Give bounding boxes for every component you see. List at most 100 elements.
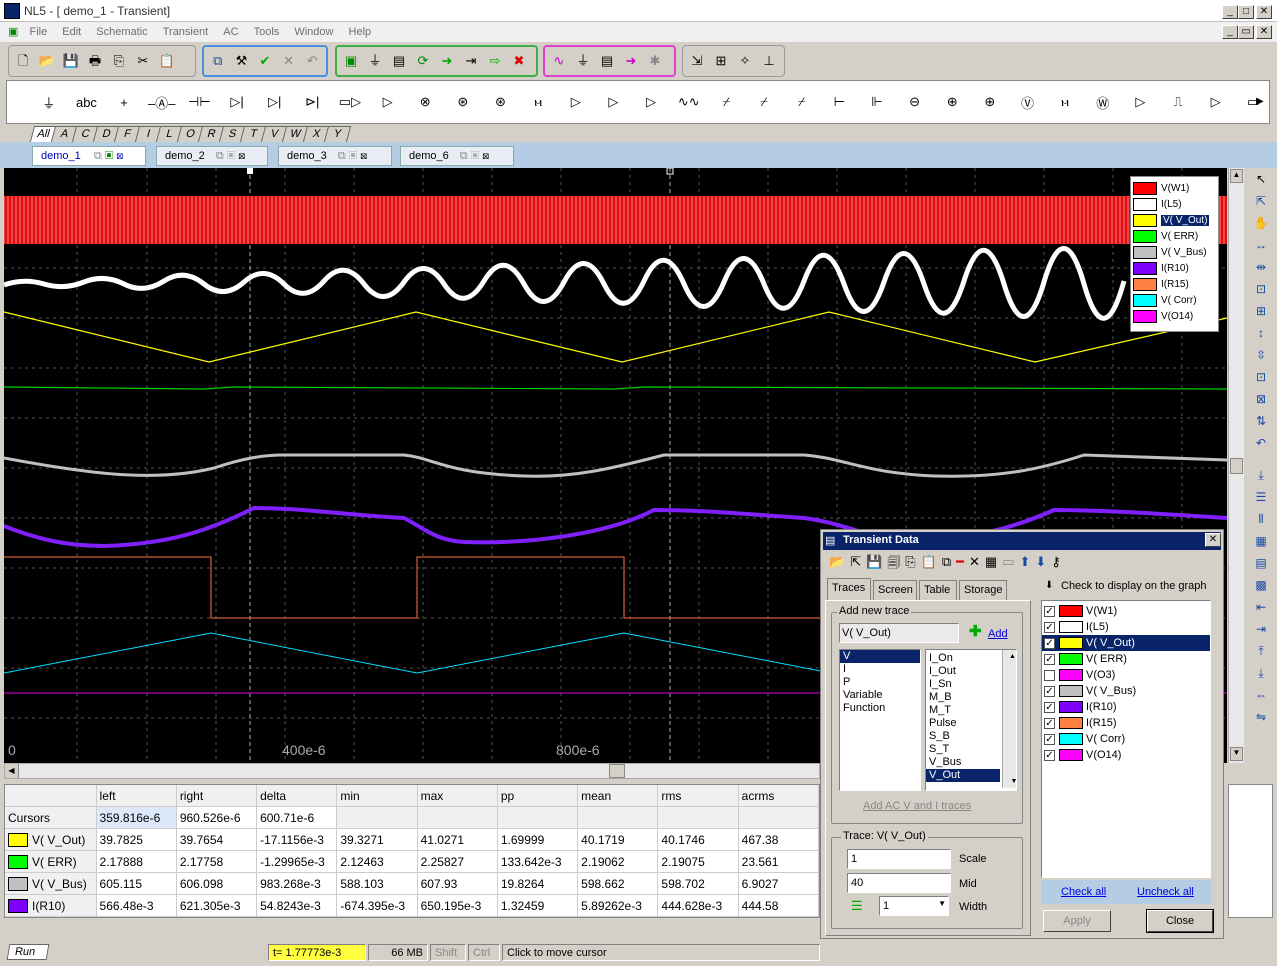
limiter-icon[interactable]: ▷ (1200, 94, 1232, 110)
table-row[interactable]: V( V_Bus) 605.115 606.098 983.268e-3 588… (5, 873, 819, 895)
child-close-button[interactable]: ✕ (1256, 25, 1272, 39)
chevron-down-icon[interactable]: ▼ (938, 899, 946, 908)
label-icon[interactable]: abc (71, 95, 103, 110)
dialog-close-icon[interactable]: ✕ (1205, 533, 1221, 547)
paste-icon[interactable]: 📋 (158, 52, 176, 70)
ac-stop-icon[interactable]: ✱ (646, 52, 664, 70)
scroll-up-icon[interactable]: ▲ (1230, 169, 1243, 183)
doc-tab-demo-2[interactable]: demo_2 ⧉ ▣ ⊠ (156, 146, 268, 166)
name-list-scrollbar[interactable]: ▲ ▼ (1002, 650, 1019, 788)
wand-icon[interactable]: ✧ (736, 52, 754, 70)
pulse-icon[interactable]: ⎍ (1162, 94, 1194, 110)
step-icon[interactable]: ⇨ (486, 52, 504, 70)
close-button[interactable]: Close (1146, 909, 1214, 933)
fit-x-icon[interactable]: ⊡ (1251, 278, 1271, 300)
checkbox[interactable]: ✓ (1044, 637, 1055, 649)
legend-icon[interactable]: ▤ (1251, 552, 1271, 574)
zoom-x-in-icon[interactable]: ↔ (1251, 234, 1271, 256)
checkbox[interactable]: ✓ (1044, 733, 1055, 745)
doc-tab-demo-6[interactable]: demo_6 ⧉ ▣ ⊠ (400, 146, 514, 166)
cursor-left-icon[interactable]: ⇤ (1251, 596, 1271, 618)
legend-item[interactable]: V( V_Out) (1133, 212, 1216, 228)
close-tab-icon[interactable]: ⊠ (116, 150, 123, 162)
cell[interactable]: 600.71e-6 (257, 807, 338, 829)
add-ac-traces-link[interactable]: Add AC V and I traces (863, 800, 971, 812)
list-item[interactable]: Variable (840, 689, 920, 702)
hscroll-thumb[interactable] (609, 764, 625, 778)
header-cell[interactable]: rms (658, 785, 739, 807)
switch2-icon[interactable]: ⌿ (748, 94, 780, 110)
checkbox[interactable]: ✓ (1044, 653, 1055, 665)
uncheck-all-link[interactable]: Uncheck all (1137, 886, 1194, 898)
zoom-x-out-icon[interactable]: ⇹ (1251, 256, 1271, 278)
tree-icon[interactable]: ⚷ (1051, 554, 1061, 576)
isource-icon[interactable]: ⊕ (974, 94, 1006, 110)
tab-storage[interactable]: Storage (959, 580, 1007, 600)
checkbox[interactable]: ✓ (1044, 701, 1055, 713)
menu-file[interactable]: File (23, 23, 53, 41)
checkbox[interactable] (1044, 669, 1055, 681)
undo-icon[interactable]: ↶ (303, 52, 321, 70)
voltmeter-icon[interactable]: ⊖ (899, 94, 931, 110)
width-select[interactable]: 1 ▼ (879, 896, 949, 916)
trace-check-item[interactable]: ✓ V( V_Bus) (1042, 683, 1210, 699)
legend-item[interactable]: V(O14) (1133, 308, 1216, 324)
move-down-icon[interactable]: ⬇ (1035, 554, 1046, 576)
scroll-thumb[interactable] (1230, 458, 1243, 474)
copy-icon[interactable]: ⎘ (110, 52, 128, 70)
apply-button[interactable]: Apply (1043, 910, 1111, 932)
zener-icon[interactable]: ▷| (259, 94, 291, 110)
doc-tab-demo-1[interactable]: demo_1 ⧉ ▣ ⊠ (32, 146, 146, 166)
probe-icon[interactable]: ⏚ (366, 52, 384, 70)
table-row[interactable]: I(R10) 566.48e-3 621.305e-3 54.8243e-3 -… (5, 895, 819, 917)
checkbox[interactable]: ✓ (1044, 685, 1055, 697)
save-icon[interactable]: 💾 (866, 554, 882, 576)
open-icon[interactable]: 📂 (38, 52, 56, 70)
trace-check-list[interactable]: ✓ V(W1) ✓ I(L5) ✓ V( V_Out) ✓ V( ERR) V(O3) … (1041, 600, 1211, 878)
header-cell[interactable]: left (96, 785, 177, 807)
menu-window[interactable]: Window (288, 23, 339, 41)
fit-y-icon[interactable]: ⊡ (1251, 366, 1271, 388)
node-icon[interactable]: + (108, 95, 140, 110)
app-menu-icon[interactable]: ▣ (0, 22, 20, 41)
scroll-down-icon[interactable]: ▼ (1006, 775, 1019, 788)
legend-item[interactable]: I(R10) (1133, 260, 1216, 276)
schematic-small-icon[interactable]: ⧉ (216, 150, 224, 162)
delete-icon[interactable]: ✕ (969, 554, 980, 576)
capacitor-icon[interactable]: ⊣⊢ (184, 94, 216, 110)
continue-icon[interactable]: ⇥ (462, 52, 480, 70)
amp-icon[interactable]: ▷ (560, 94, 592, 110)
integrator-icon[interactable]: ▷ (635, 94, 667, 110)
scale-input[interactable]: 1 (847, 849, 951, 869)
checkbox[interactable]: ✓ (1044, 605, 1055, 617)
graph-small-icon[interactable]: ▣ (349, 150, 357, 162)
remove-icon[interactable]: ━ (956, 554, 964, 576)
header-cell[interactable]: mean (578, 785, 659, 807)
buffer-icon[interactable]: ▭▷ (334, 94, 366, 110)
resistor-icon[interactable]: ∿∿ (673, 94, 705, 110)
graph-icon[interactable]: ▣ (342, 52, 360, 70)
tools-icon[interactable]: ⚒ (233, 52, 251, 70)
transistor-icon[interactable]: ⊢ (823, 94, 855, 110)
tab-screen[interactable]: Screen (873, 580, 917, 600)
stop-icon[interactable]: ✖ (510, 52, 528, 70)
cursor-reset-icon[interactable]: ⇋ (1251, 706, 1271, 728)
cursor-right-icon[interactable]: ⇥ (1251, 618, 1271, 640)
split-icon[interactable]: ⫴ (1251, 508, 1271, 530)
zoom-cursor-icon[interactable]: ⇱ (1251, 190, 1271, 212)
cursor-min-icon[interactable]: ⤒ (1251, 640, 1271, 662)
trace-check-item[interactable]: ✓ V( ERR) (1042, 651, 1210, 667)
vcvs-icon[interactable]: ⊛ (447, 94, 479, 110)
schematic-icon[interactable]: ⧉ (209, 52, 227, 70)
colors-icon[interactable]: ▦ (985, 554, 997, 576)
scroll-up-icon[interactable]: ▲ (1006, 650, 1016, 663)
grid-icon[interactable]: ▦ (1251, 530, 1271, 552)
schematic-small-icon[interactable]: ⧉ (338, 150, 346, 162)
save-icon[interactable]: 💾 (62, 52, 80, 70)
zoom-y-in-icon[interactable]: ↕ (1251, 322, 1271, 344)
mosfet-icon[interactable]: ⊩ (861, 94, 893, 110)
scroll-down-icon[interactable]: ▼ (1230, 747, 1243, 761)
legend-item[interactable]: V( ERR) (1133, 228, 1216, 244)
zoom-y-out-icon[interactable]: ⇳ (1251, 344, 1271, 366)
separate-icon[interactable]: ☰ (1251, 486, 1271, 508)
